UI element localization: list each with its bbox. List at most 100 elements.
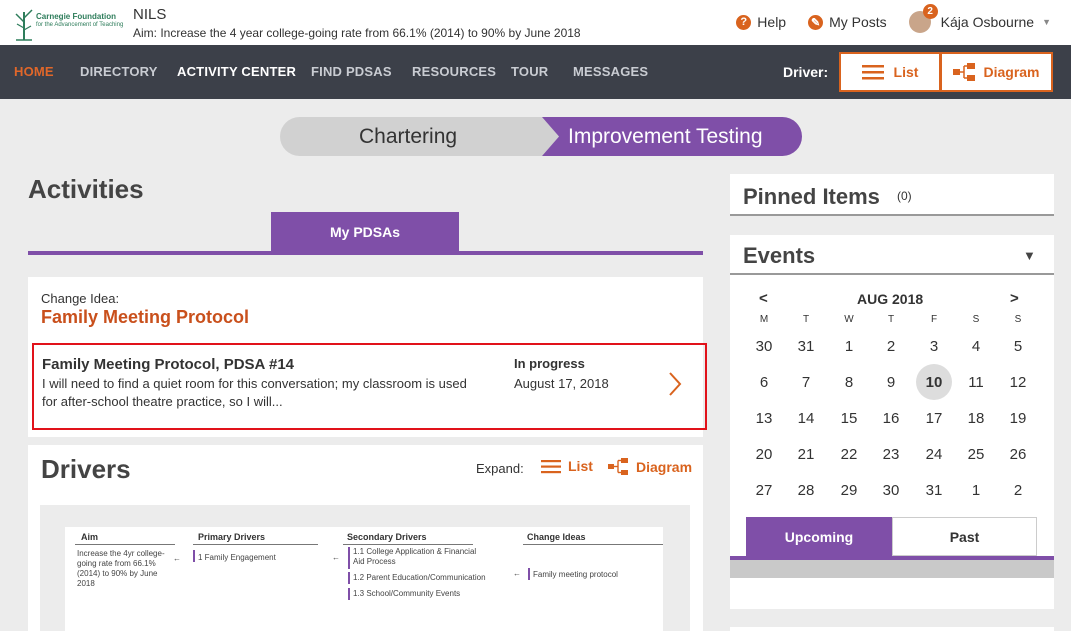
calendar-day[interactable]: 11 xyxy=(958,364,994,400)
pdsa-date: August 17, 2018 xyxy=(514,376,609,391)
calendar-day[interactable]: 4 xyxy=(958,328,994,364)
collapse-triangle-icon[interactable]: ▼ xyxy=(1023,248,1036,263)
phase-chartering[interactable]: Chartering xyxy=(359,125,457,149)
calendar-day[interactable]: 19 xyxy=(1000,400,1036,436)
calendar-day[interactable]: 28 xyxy=(788,472,824,508)
phase-indicator: Chartering Improvement Testing xyxy=(280,117,802,156)
calendar-day[interactable]: 2 xyxy=(1000,472,1036,508)
secondary-bar xyxy=(348,588,350,600)
list-icon xyxy=(861,65,884,80)
expand-list-label: List xyxy=(568,458,593,474)
user-menu[interactable]: 2 Kája Osbourne ▼ xyxy=(908,4,1051,33)
prev-month-button[interactable]: < xyxy=(759,290,768,307)
change-idea-title[interactable]: Family Meeting Protocol xyxy=(41,307,249,328)
pinned-title: Pinned Items xyxy=(743,184,880,209)
calendar-day[interactable]: 30 xyxy=(746,328,782,364)
main-nav: HOME DIRECTORY ACTIVITY CENTER FIND PDSA… xyxy=(0,45,1071,99)
calendar-day[interactable]: 1 xyxy=(958,472,994,508)
avatar: 2 xyxy=(908,4,938,33)
calendar-day[interactable]: 1 xyxy=(831,328,867,364)
my-posts-link[interactable]: ✎ My Posts xyxy=(808,14,887,30)
driver-list-label: List xyxy=(893,64,919,80)
driver-diagram-preview[interactable]: Aim Primary Drivers Secondary Drivers Ch… xyxy=(40,505,690,631)
primary-bar xyxy=(193,550,195,562)
arrow-left-icon: ← xyxy=(513,569,521,578)
calendar-day[interactable]: 30 xyxy=(873,472,909,508)
calendar-day[interactable]: 12 xyxy=(1000,364,1036,400)
nav-tour[interactable]: TOUR xyxy=(511,64,548,79)
calendar-day[interactable]: 5 xyxy=(1000,328,1036,364)
calendar-day[interactable]: 29 xyxy=(831,472,867,508)
divider xyxy=(75,544,175,545)
calendar-day[interactable]: 17 xyxy=(916,400,952,436)
expand-diagram-button[interactable]: Diagram xyxy=(608,458,692,475)
secondary-bar xyxy=(348,572,350,584)
diagram-secondary-1: 1.1 College Application & Financial Aid … xyxy=(353,547,477,566)
calendar-day[interactable]: 16 xyxy=(873,400,909,436)
chevron-right-icon[interactable] xyxy=(668,370,682,398)
calendar-day[interactable]: 25 xyxy=(958,436,994,472)
help-link[interactable]: ? Help xyxy=(736,14,786,30)
calendar-day[interactable]: 14 xyxy=(788,400,824,436)
nav-find-pdsas[interactable]: FIND PDSAS xyxy=(311,64,392,79)
secondary-bar xyxy=(348,547,350,569)
calendar-day[interactable]: 21 xyxy=(788,436,824,472)
calendar-day[interactable]: 31 xyxy=(916,472,952,508)
caret-down-icon: ▼ xyxy=(1042,17,1051,27)
divider xyxy=(193,544,318,545)
nav-home[interactable]: HOME xyxy=(14,64,54,79)
drivers-panel: Drivers Expand: List Diagram Aim Primary… xyxy=(28,445,703,631)
nav-directory[interactable]: DIRECTORY xyxy=(80,64,158,79)
calendar-day[interactable]: 13 xyxy=(746,400,782,436)
events-header: Events ▼ xyxy=(730,235,1054,275)
calendar-day[interactable]: 26 xyxy=(1000,436,1036,472)
diagram-change-idea: Family meeting protocol xyxy=(533,570,618,579)
bottom-panel xyxy=(730,627,1054,631)
my-posts-label: My Posts xyxy=(829,14,887,30)
next-month-button[interactable]: > xyxy=(1010,290,1019,307)
tree-logo-icon xyxy=(15,9,33,41)
calendar-day[interactable]: 3 xyxy=(916,328,952,364)
expand-list-button[interactable]: List xyxy=(541,458,593,474)
calendar-day[interactable]: 9 xyxy=(873,364,909,400)
calendar-day[interactable]: 20 xyxy=(746,436,782,472)
driver-diagram-button[interactable]: Diagram xyxy=(940,52,1053,92)
nav-messages[interactable]: MESSAGES xyxy=(573,64,648,79)
weekday-label: T xyxy=(887,314,895,325)
help-label: Help xyxy=(757,14,787,30)
calendar-day[interactable]: 8 xyxy=(831,364,867,400)
calendar-day[interactable]: 18 xyxy=(958,400,994,436)
calendar-day[interactable]: 2 xyxy=(873,328,909,364)
calendar-day[interactable]: 23 xyxy=(873,436,909,472)
tab-upcoming[interactable]: Upcoming xyxy=(746,517,892,556)
calendar-day[interactable]: 15 xyxy=(831,400,867,436)
events-list-area xyxy=(730,560,1054,578)
driver-list-button[interactable]: List xyxy=(839,52,941,92)
pdsa-item[interactable]: Family Meeting Protocol, PDSA #14 I will… xyxy=(32,343,707,430)
logo-line1: Carnegie Foundation xyxy=(36,12,116,21)
calendar-day[interactable]: 7 xyxy=(788,364,824,400)
nav-activity-center[interactable]: ACTIVITY CENTER xyxy=(177,64,296,79)
phase-improvement-testing[interactable]: Improvement Testing xyxy=(568,125,763,149)
weekday-label: W xyxy=(844,314,854,325)
calendar-day[interactable]: 22 xyxy=(831,436,867,472)
divider xyxy=(343,544,473,545)
diagram-aim-text: Increase the 4yr college-going rate from… xyxy=(77,549,165,588)
tab-underline xyxy=(28,251,703,255)
calendar-day[interactable]: 31 xyxy=(788,328,824,364)
calendar-day[interactable]: 6 xyxy=(746,364,782,400)
diagram-header-secondary: Secondary Drivers xyxy=(347,532,427,542)
change-idea-card: Change Idea: Family Meeting Protocol Fam… xyxy=(28,277,707,437)
arrow-left-icon: ← xyxy=(332,553,340,562)
tab-my-pdsas[interactable]: My PDSAs xyxy=(271,212,459,251)
calendar-day[interactable]: 24 xyxy=(916,436,952,472)
list-icon xyxy=(541,459,561,473)
question-icon: ? xyxy=(736,14,752,30)
calendar-day[interactable]: 10 xyxy=(916,364,952,400)
aim-statement: Aim: Increase the 4 year college-going r… xyxy=(133,26,581,40)
carnegie-logo[interactable]: Carnegie Foundation for the Advancement … xyxy=(12,4,124,42)
tab-past[interactable]: Past xyxy=(892,517,1037,556)
calendar-day[interactable]: 27 xyxy=(746,472,782,508)
nav-resources[interactable]: RESOURCES xyxy=(412,64,496,79)
events-title: Events xyxy=(743,243,816,268)
